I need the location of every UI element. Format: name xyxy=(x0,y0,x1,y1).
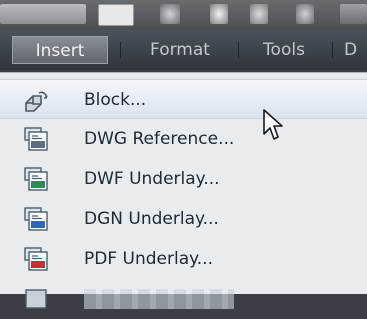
menu-separator xyxy=(332,42,333,58)
menu-item-label: PDF Underlay... xyxy=(84,249,213,269)
toolbar-icon[interactable] xyxy=(210,4,228,24)
menu-tools[interactable]: Tools xyxy=(248,36,320,64)
menu-item-label: DWG Reference... xyxy=(84,129,235,149)
toolbar-dropdown[interactable] xyxy=(98,4,134,26)
toolbar-icon[interactable] xyxy=(250,4,268,24)
mouse-cursor-icon xyxy=(262,108,284,142)
menu-item-pdf-underlay[interactable]: PDF Underlay... xyxy=(0,239,367,279)
toolbar xyxy=(0,0,367,30)
block-icon xyxy=(22,87,50,113)
toolbar-icon[interactable] xyxy=(296,4,314,24)
dwg-reference-icon xyxy=(22,126,50,152)
menu-format[interactable]: Format xyxy=(132,36,228,64)
menu-item-label: Block... xyxy=(84,90,147,110)
menu-item-label: DWF Underlay... xyxy=(84,169,220,189)
menu-bar: Insert Format Tools D xyxy=(0,30,367,70)
menu-item-partial[interactable] xyxy=(0,279,367,319)
dgn-underlay-icon xyxy=(22,206,50,232)
toolbar-icon[interactable] xyxy=(160,4,180,24)
insert-dropdown-menu: Block... DWG Reference... DWF Underlay..… xyxy=(0,72,367,309)
partial-menu-icon xyxy=(22,286,50,312)
dwf-underlay-icon xyxy=(22,166,50,192)
menu-item-label: DGN Underlay... xyxy=(84,209,219,229)
menu-separator xyxy=(238,42,239,58)
menu-item-block[interactable]: Block... xyxy=(0,79,367,119)
menu-separator xyxy=(120,42,121,58)
menu-item-dwg-reference[interactable]: DWG Reference... xyxy=(0,119,367,159)
menu-item-dwf-underlay[interactable]: DWF Underlay... xyxy=(0,159,367,199)
menu-insert[interactable]: Insert xyxy=(12,36,108,64)
menu-item-dgn-underlay[interactable]: DGN Underlay... xyxy=(0,199,367,239)
partial-menu-label xyxy=(84,289,234,309)
toolbar-control[interactable] xyxy=(0,4,86,24)
toolbar-icon[interactable] xyxy=(340,4,367,24)
pdf-underlay-icon xyxy=(22,246,50,272)
menu-partial[interactable]: D xyxy=(344,36,364,64)
